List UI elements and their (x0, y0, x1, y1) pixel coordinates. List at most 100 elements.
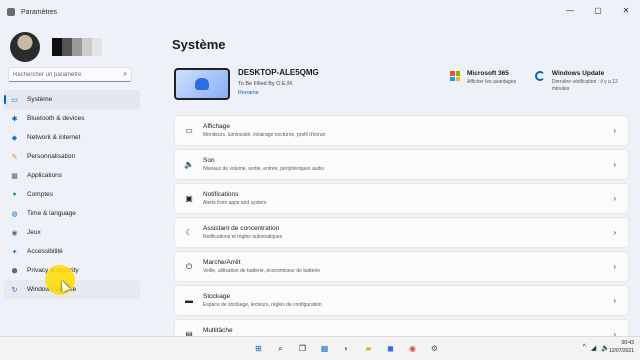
chevron-right-icon: › (613, 228, 616, 237)
window-controls: — ▢ ✕ (556, 0, 640, 20)
sidebar-item-network-internet[interactable]: ◆ Network & internet (4, 128, 140, 147)
speaker-icon: 🔈 (184, 160, 194, 169)
network-icon[interactable]: ◢ (591, 344, 596, 352)
promo-title: Microsoft 365 (467, 70, 509, 77)
microsoft-logo-icon (450, 71, 460, 81)
setting-subtitle: Niveaux de volume, sortie, entrée, périp… (203, 166, 325, 172)
setting-row-storage[interactable]: ▬ Stockage Espace de stockage, lecteurs, r… (174, 285, 629, 316)
setting-title: Multitâche (203, 327, 233, 334)
setting-subtitle: Veille, utilisation de batterie, économi… (203, 268, 321, 274)
setting-row-power[interactable]: ⏻ Marche/Arrêt Veille, utilisation de batt… (174, 251, 629, 282)
search-icon[interactable]: ⌕ (274, 342, 287, 355)
setting-subtitle: Moniteurs, luminosité, éclairage nocturn… (203, 132, 326, 138)
sidebar-item-label: Personnalisation (27, 153, 76, 160)
user-profile[interactable] (10, 32, 102, 62)
sidebar-item-comptes[interactable]: ● Comptes (4, 185, 140, 204)
chrome-icon[interactable]: ◉ (406, 342, 419, 355)
clock[interactable]: 00:43 12/07/2021 (609, 340, 634, 355)
sidebar-item-label: Time & language (27, 210, 76, 217)
update-icon: ↻ (11, 286, 18, 294)
setting-subtitle: Alerts from apps and system (203, 200, 267, 206)
sidebar-item-label: Jeux (27, 229, 41, 236)
windows-update-promo[interactable]: Windows Update Dernière vérification : i… (535, 70, 635, 93)
gamepad-icon: ◉ (11, 229, 18, 237)
store-icon[interactable]: ◼ (384, 342, 397, 355)
page-title: Système (172, 37, 226, 52)
wifi-icon: ◆ (11, 134, 18, 142)
minimize-button[interactable]: — (556, 0, 584, 20)
window-title: Paramètres (21, 8, 58, 16)
rename-link[interactable]: Rename (238, 90, 319, 96)
search-box[interactable]: ⌕ (8, 67, 132, 82)
sidebar-item-personnalisation[interactable]: ✎ Personnalisation (4, 147, 140, 166)
display-icon: ▭ (185, 126, 193, 135)
setting-row-notification[interactable]: ▣ Notifications Alerts from apps and syste… (174, 183, 629, 214)
setting-title: Affichage (203, 123, 230, 130)
setting-row-moon[interactable]: ☾ Assistant de concentration Notifications… (174, 217, 629, 248)
taskbar: ⊞ ⌕ ❐ ▦ ◐ ▰ ◼ ◉ ⚙ ^ ◢ 🔈 00:43 12/07/2021 (0, 336, 640, 360)
apps-icon: ▦ (11, 172, 18, 180)
accessibility-icon: ✦ (11, 248, 18, 256)
account-icon: ● (12, 191, 17, 198)
notification-icon: ▣ (185, 194, 193, 203)
sidebar-item-label: Accessibilité (27, 248, 63, 255)
sidebar-item-time-language[interactable]: ◍ Time & language (4, 204, 140, 223)
setting-subtitle: Notifications et règles automatiques (203, 234, 283, 240)
search-input[interactable] (13, 71, 124, 78)
setting-title: Son (203, 157, 215, 164)
storage-icon: ▬ (185, 296, 193, 305)
edge-icon[interactable]: ◐ (340, 342, 353, 355)
user-name-redacted (52, 38, 102, 56)
avatar (10, 32, 40, 62)
setting-title: Stockage (203, 293, 231, 300)
sidebar: ⌕ ▭ Système ✱ Bluetooth & devices ◆ Network &… (0, 24, 150, 336)
sidebar-item-label: Système (27, 96, 53, 103)
setting-subtitle: Espace de stockage, lecteurs, règles de … (203, 302, 322, 308)
system-tray: ^ ◢ 🔈 (583, 344, 610, 352)
clock-time: 00:43 (621, 340, 634, 346)
taskbar-apps: ⊞ ⌕ ❐ ▦ ◐ ▰ ◼ ◉ ⚙ (252, 342, 450, 355)
sidebar-item-label: Comptes (27, 191, 54, 198)
sidebar-item-label: Network & internet (27, 134, 81, 141)
sidebar-item-accessibilit[interactable]: ✦ Accessibilité (4, 242, 140, 261)
explorer-icon[interactable]: ▰ (362, 342, 375, 355)
brush-icon: ✎ (11, 153, 18, 161)
sidebar-item-jeux[interactable]: ◉ Jeux (4, 223, 140, 242)
globe-icon: ◍ (11, 210, 18, 218)
settings-icon[interactable]: ⚙ (428, 342, 441, 355)
chevron-right-icon: › (613, 194, 616, 203)
setting-row-display[interactable]: ▭ Affichage Moniteurs, luminosité, éclaira… (174, 115, 629, 146)
chevron-right-icon: › (613, 296, 616, 305)
sidebar-item-applications[interactable]: ▦ Applications (4, 166, 140, 185)
setting-title: Assistant de concentration (203, 225, 280, 232)
monitor-icon: ▭ (11, 96, 18, 104)
chevron-right-icon: › (613, 262, 616, 271)
sidebar-item-syst-me[interactable]: ▭ Système (4, 90, 140, 109)
device-thumbnail (174, 68, 230, 100)
microsoft-365-promo[interactable]: Microsoft 365 Afficher les avantages (450, 70, 516, 86)
windows-bloom-icon (195, 78, 209, 90)
promo-subtitle: Afficher les avantages (467, 79, 517, 85)
tray-overflow-icon[interactable]: ^ (583, 344, 586, 352)
device-card: DESKTOP-ALE5QMG To Be Filled By O.E.M. R… (174, 68, 319, 100)
chevron-right-icon: › (613, 126, 616, 135)
moon-icon: ☾ (185, 228, 193, 237)
clock-date: 12/07/2021 (608, 347, 634, 354)
setting-title: Notifications (203, 191, 239, 198)
maximize-button[interactable]: ▢ (584, 0, 612, 20)
promo-title: Windows Update (551, 70, 605, 77)
sidebar-item-bluetooth-devices[interactable]: ✱ Bluetooth & devices (4, 109, 140, 128)
start-icon[interactable]: ⊞ (252, 342, 265, 355)
setting-row-multitask[interactable]: ▤MultitâcheSnap windows, desktops, task … (174, 319, 629, 336)
widgets-icon[interactable]: ▦ (318, 342, 331, 355)
task-view-icon[interactable]: ❐ (296, 342, 309, 355)
search-icon: ⌕ (123, 70, 127, 78)
power-icon: ⏻ (185, 261, 193, 271)
chevron-right-icon: › (613, 160, 616, 169)
setting-title: Marche/Arrêt (203, 259, 241, 266)
title-bar: Paramètres — ▢ ✕ (0, 0, 640, 24)
setting-row-speaker[interactable]: 🔈 Son Niveaux de volume, sortie, entrée, p… (174, 149, 629, 180)
settings-list: ▭ Affichage Moniteurs, luminosité, éclaira… (174, 115, 629, 336)
close-button[interactable]: ✕ (612, 0, 640, 20)
device-model: To Be Filled By O.E.M. (238, 81, 294, 87)
